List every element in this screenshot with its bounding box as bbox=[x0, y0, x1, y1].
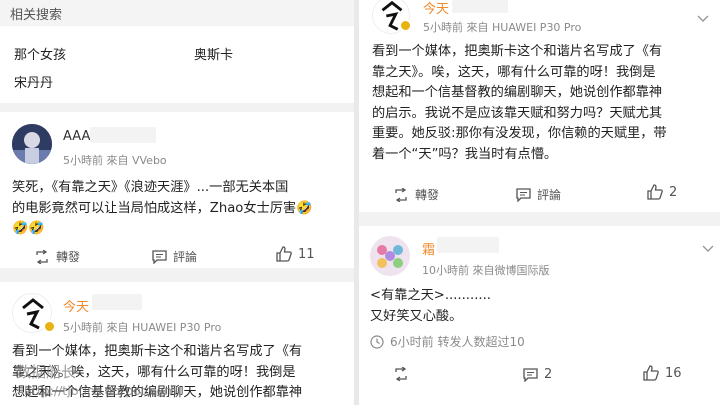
repost-icon bbox=[36, 249, 48, 264]
related-search-header: 相关搜索 bbox=[0, 0, 354, 26]
related-search-item[interactable]: 宋丹丹 bbox=[14, 72, 53, 91]
like-icon bbox=[276, 246, 292, 262]
username[interactable]: 今天 bbox=[63, 296, 89, 315]
watermark-url: http://tjbtiny.uorpot.com bbox=[24, 383, 177, 398]
post-text: <有靠之天>........... 又好笑又心酸。 bbox=[370, 288, 491, 324]
repost-info: 6小时前 转发人数超过10 bbox=[370, 333, 525, 350]
redacted-username bbox=[92, 294, 142, 310]
left-panel: 相关搜索 那个女孩 奥斯卡 宋丹丹 AAA 5小時前 來自 VVebo 笑死，《… bbox=[0, 0, 354, 405]
username[interactable]: AAA bbox=[63, 129, 90, 144]
avatar[interactable] bbox=[370, 236, 410, 276]
clock-icon bbox=[370, 334, 384, 349]
post-meta: 5小時前 來自 HUAWEI P30 Pro bbox=[63, 321, 222, 334]
watermark-text: 数据船长 bbox=[16, 363, 77, 381]
comment-button[interactable]: 評論 bbox=[152, 248, 197, 265]
like-button[interactable]: 16 bbox=[643, 365, 682, 381]
redacted-username bbox=[437, 237, 499, 253]
redacted-username bbox=[452, 0, 508, 13]
more-options-icon[interactable] bbox=[702, 238, 714, 257]
related-search-title: 相关搜索 bbox=[10, 8, 63, 23]
like-button[interactable]: 11 bbox=[276, 246, 315, 262]
avatar-image bbox=[370, 236, 410, 276]
like-icon bbox=[643, 365, 659, 381]
post-card: AAA 5小時前 來自 VVebo 笑死，《有靠之天》《浪迹天涯》...一部无关… bbox=[0, 112, 354, 268]
comment-icon bbox=[523, 367, 538, 382]
post-text: 看到一个媒体，把奥斯卡这个和谐片名写成了《有 靠之天》。唉，这天，哪有什么可靠的… bbox=[372, 44, 667, 162]
avatar[interactable] bbox=[12, 124, 52, 164]
related-search-item[interactable]: 奥斯卡 bbox=[194, 44, 233, 63]
post-text: 笑死，《有靠之天》《浪迹天涯》...一部无关本国 的电影竟然可以让当局怕成这样，… bbox=[12, 180, 313, 236]
divider bbox=[359, 212, 720, 226]
comment-icon bbox=[516, 187, 531, 202]
avatar-image bbox=[12, 124, 52, 164]
comment-button[interactable]: 評論 bbox=[516, 186, 561, 203]
comment-icon bbox=[152, 249, 167, 264]
username[interactable]: 霜 bbox=[422, 239, 435, 258]
more-options-icon[interactable] bbox=[697, 8, 709, 27]
verified-badge-icon bbox=[399, 19, 412, 32]
related-search-item[interactable]: 那个女孩 bbox=[14, 44, 66, 63]
post-meta: 5小時前 來自 HUAWEI P30 Pro bbox=[423, 21, 582, 34]
divider bbox=[0, 268, 354, 282]
post-card: 今天 5小時前 來自 HUAWEI P30 Pro 看到一个媒体，把奥斯卡这个和… bbox=[359, 0, 720, 212]
repost-icon bbox=[395, 367, 407, 381]
repost-button[interactable] bbox=[393, 367, 409, 381]
repost-button[interactable]: 轉發 bbox=[34, 248, 80, 265]
redacted-username bbox=[90, 127, 156, 143]
like-icon bbox=[647, 184, 663, 200]
repost-button[interactable]: 轉發 bbox=[393, 186, 439, 203]
like-button[interactable]: 2 bbox=[647, 184, 677, 200]
post-meta: 10小時前 來自微博国际版 bbox=[422, 264, 550, 277]
post-meta: 5小時前 來自 VVebo bbox=[63, 154, 167, 167]
username[interactable]: 今天 bbox=[423, 0, 449, 17]
verified-badge-icon bbox=[43, 320, 56, 333]
comment-button[interactable]: 2 bbox=[523, 367, 552, 382]
divider bbox=[0, 103, 354, 112]
post-card: 霜 10小時前 來自微博国际版 <有靠之天>........... 又好笑又心酸… bbox=[359, 226, 720, 405]
repost-icon bbox=[395, 187, 407, 202]
right-panel: 今天 5小時前 來自 HUAWEI P30 Pro 看到一个媒体，把奥斯卡这个和… bbox=[359, 0, 720, 405]
